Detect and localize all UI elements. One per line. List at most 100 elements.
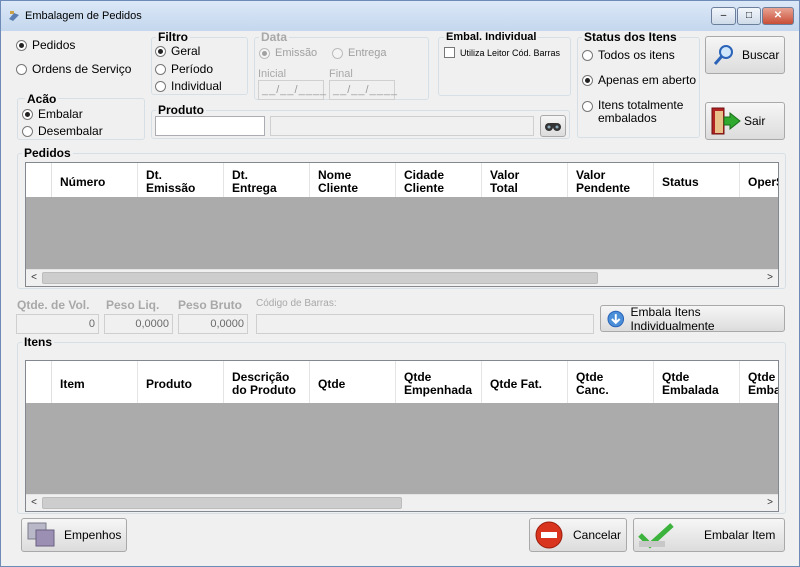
exit-door-icon <box>711 107 741 135</box>
radio-desembalar[interactable]: Desembalar <box>22 124 103 138</box>
itens-grid-header: Item Produto Descrição do Produto Qtde Q… <box>26 361 778 403</box>
radio-pedidos[interactable]: Pedidos <box>16 38 75 52</box>
radio-emissao[interactable]: Emissão <box>259 47 317 59</box>
qtde-volumes-label: Qtde. de Vol. <box>17 298 90 312</box>
radio-individual[interactable]: Individual <box>155 79 222 93</box>
pedidos-title: Pedidos <box>22 146 73 160</box>
scroll-left-icon[interactable]: < <box>26 495 42 511</box>
radio-ordens-servico[interactable]: Ordens de Serviço <box>16 62 131 76</box>
app-icon <box>9 11 19 21</box>
pedidos-col-opers[interactable]: OperS <box>740 163 778 197</box>
empenhos-icon <box>27 522 55 547</box>
pedidos-grid[interactable]: Número Dt. Emissão Dt. Entrega Nome Clie… <box>25 162 779 287</box>
embala-itens-individualmente-button[interactable]: Embala Itens Individualmente <box>600 305 785 333</box>
embalar-item-button[interactable]: Embalar Item <box>633 518 785 552</box>
window-title: Embalagem de Pedidos <box>25 10 142 22</box>
data-final-field[interactable]: __/__/____ <box>329 80 397 100</box>
produto-code-input[interactable] <box>155 116 265 136</box>
radio-totalmente-embalados[interactable]: Itens totalmente embalados <box>582 99 693 125</box>
itens-col-item[interactable]: Item <box>52 361 138 403</box>
row-header-cell <box>26 163 52 197</box>
itens-title: Itens <box>22 335 55 349</box>
acao-title: Acão <box>25 92 59 106</box>
close-button[interactable]: ✕ <box>762 7 794 25</box>
scrollbar-thumb[interactable] <box>42 272 598 284</box>
filtro-title: Filtro <box>156 30 190 44</box>
peso-liquido-field: 0,0000 <box>104 314 173 334</box>
pedidos-col-numero[interactable]: Número <box>52 163 138 197</box>
data-inicial-field[interactable]: __/__/____ <box>258 80 326 100</box>
main-window: Embalagem de Pedidos ‒ □ ✕ Pedidos Orden… <box>0 0 800 567</box>
pedidos-grid-header: Número Dt. Emissão Dt. Entrega Nome Clie… <box>26 163 778 197</box>
maximize-button[interactable]: □ <box>737 7 761 25</box>
leitor-codigo-barras-checkbox[interactable]: Utiliza Leitor Cód. Barras <box>444 47 560 58</box>
buscar-button[interactable]: Buscar <box>705 36 785 74</box>
pedidos-col-cidade-cliente[interactable]: Cidade Cliente <box>396 163 482 197</box>
produto-search-button[interactable] <box>540 115 566 137</box>
itens-col-qtde[interactable]: Qtde <box>310 361 396 403</box>
itens-col-qtde-embal[interactable]: Qtde Embal <box>740 361 778 403</box>
cancelar-button[interactable]: Cancelar <box>529 518 627 552</box>
pedidos-horizontal-scrollbar[interactable]: < > <box>26 269 778 286</box>
radio-dot-icon <box>582 101 593 112</box>
cancel-icon <box>535 521 563 549</box>
empenhos-button[interactable]: Empenhos <box>21 518 127 552</box>
arrow-down-circle-icon <box>607 310 625 327</box>
data-title: Data <box>259 30 290 44</box>
sair-button[interactable]: Sair <box>705 102 785 140</box>
checkmark-icon <box>638 523 674 549</box>
embal-individual-group <box>438 37 571 96</box>
pedidos-col-status[interactable]: Status <box>654 163 740 197</box>
pedidos-col-valor-total[interactable]: Valor Total <box>482 163 568 197</box>
itens-col-qtde-empenhada[interactable]: Qtde Empenhada <box>396 361 482 403</box>
pedidos-col-dt-entrega[interactable]: Dt. Entrega <box>224 163 310 197</box>
itens-col-qtde-canc[interactable]: Qtde Canc. <box>568 361 654 403</box>
itens-grid[interactable]: Item Produto Descrição do Produto Qtde Q… <box>25 360 779 512</box>
scroll-right-icon[interactable]: > <box>762 270 778 286</box>
radio-dot-icon <box>155 80 166 92</box>
radio-geral[interactable]: Geral <box>155 44 200 58</box>
peso-liquido-label: Peso Liq. <box>106 298 160 312</box>
itens-col-qtde-embalada[interactable]: Qtde Embalada <box>654 361 740 403</box>
pedidos-col-nome-cliente[interactable]: Nome Cliente <box>310 163 396 197</box>
radio-periodo[interactable]: Período <box>155 62 213 76</box>
radio-dot-icon <box>332 47 343 59</box>
scroll-right-icon[interactable]: > <box>762 495 778 511</box>
checkbox-icon <box>444 47 455 58</box>
scrollbar-thumb[interactable] <box>42 497 402 509</box>
minimize-button[interactable]: ‒ <box>711 7 736 25</box>
radio-dot-icon <box>22 125 33 137</box>
radio-dot-icon <box>16 63 27 75</box>
binoculars-icon <box>545 123 561 131</box>
radio-todos-itens[interactable]: Todos os itens <box>582 48 675 62</box>
row-header-cell <box>26 361 52 403</box>
radio-dot-icon <box>259 47 270 59</box>
radio-entrega[interactable]: Entrega <box>332 47 387 59</box>
radio-dot-icon <box>582 74 593 86</box>
itens-horizontal-scrollbar[interactable]: < > <box>26 494 778 511</box>
qtde-volumes-field: 0 <box>16 314 99 334</box>
produto-description-input <box>270 116 534 136</box>
codigo-barras-label: Código de Barras: <box>256 298 337 309</box>
radio-dot-icon <box>22 108 33 120</box>
pedidos-col-dt-emissao[interactable]: Dt. Emissão <box>138 163 224 197</box>
itens-col-qtde-fat[interactable]: Qtde Fat. <box>482 361 568 403</box>
radio-apenas-aberto[interactable]: Apenas em aberto <box>582 73 696 87</box>
status-itens-title: Status dos Itens <box>582 30 679 44</box>
search-icon <box>713 45 733 65</box>
itens-col-descricao-produto[interactable]: Descrição do Produto <box>224 361 310 403</box>
radio-dot-icon <box>155 63 166 75</box>
radio-dot-icon <box>582 49 593 61</box>
final-label: Final <box>329 68 353 80</box>
pedidos-col-valor-pendente[interactable]: Valor Pendente <box>568 163 654 197</box>
radio-dot-icon <box>155 45 166 57</box>
itens-col-produto[interactable]: Produto <box>138 361 224 403</box>
radio-embalar[interactable]: Embalar <box>22 107 83 121</box>
embal-individual-title: Embal. Individual <box>444 31 539 44</box>
peso-bruto-label: Peso Bruto <box>178 298 243 312</box>
scroll-left-icon[interactable]: < <box>26 270 42 286</box>
codigo-barras-input <box>256 314 594 334</box>
radio-dot-icon <box>16 39 27 51</box>
inicial-label: Inicial <box>258 68 287 80</box>
title-bar: Embalagem de Pedidos ‒ □ ✕ <box>1 1 799 31</box>
